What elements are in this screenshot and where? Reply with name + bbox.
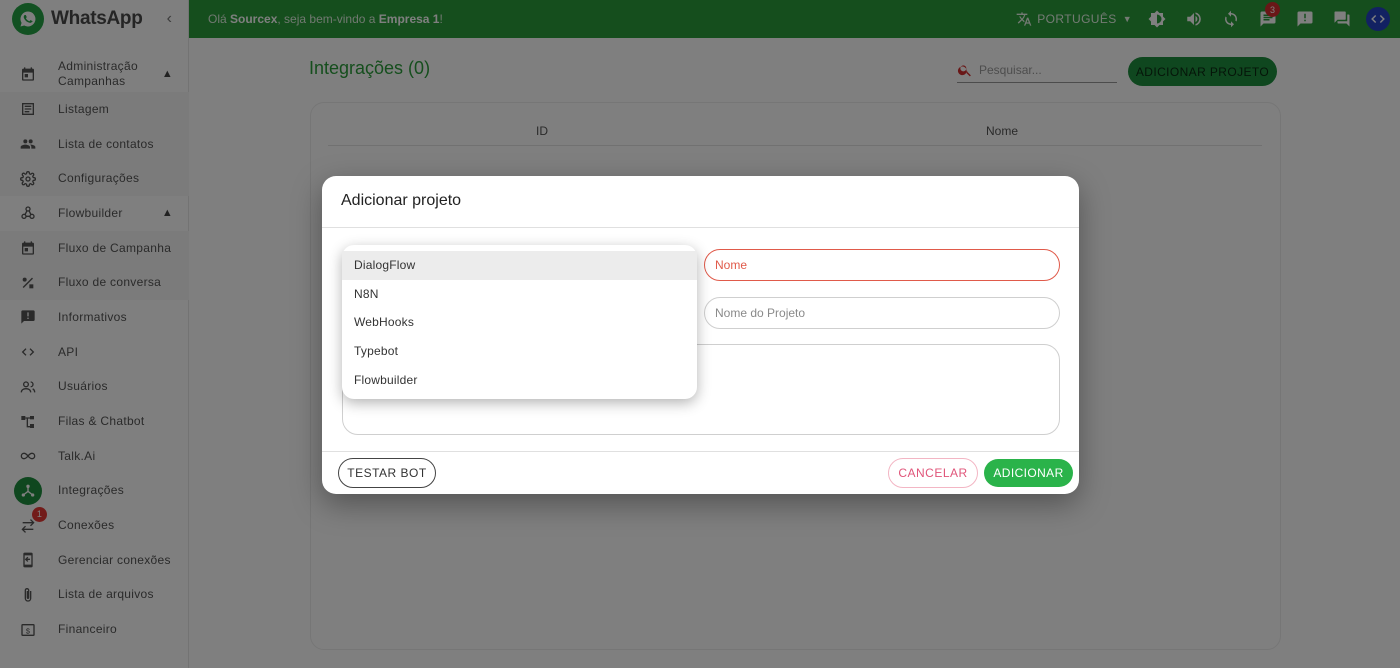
cancel-button[interactable]: CANCELAR bbox=[888, 458, 978, 488]
option-n8n[interactable]: N8N bbox=[342, 280, 697, 309]
dialog-divider bbox=[322, 227, 1079, 228]
option-flowbuilder[interactable]: Flowbuilder bbox=[342, 365, 697, 394]
add-project-dialog: Adicionar projeto DialogFlow N8N WebHook… bbox=[322, 176, 1079, 494]
project-name-input[interactable] bbox=[705, 298, 1059, 328]
option-typebot[interactable]: Typebot bbox=[342, 337, 697, 366]
name-field bbox=[704, 249, 1060, 281]
dialog-divider-bottom bbox=[322, 451, 1079, 452]
project-name-field bbox=[704, 297, 1060, 329]
type-dropdown-menu: DialogFlow N8N WebHooks Typebot Flowbuil… bbox=[342, 245, 697, 399]
option-dialogflow[interactable]: DialogFlow bbox=[342, 251, 697, 280]
add-button[interactable]: ADICIONAR bbox=[984, 459, 1073, 487]
name-input[interactable] bbox=[705, 250, 1059, 280]
option-webhooks[interactable]: WebHooks bbox=[342, 308, 697, 337]
dialog-title: Adicionar projeto bbox=[341, 192, 462, 209]
test-bot-button[interactable]: TESTAR BOT bbox=[338, 458, 436, 488]
